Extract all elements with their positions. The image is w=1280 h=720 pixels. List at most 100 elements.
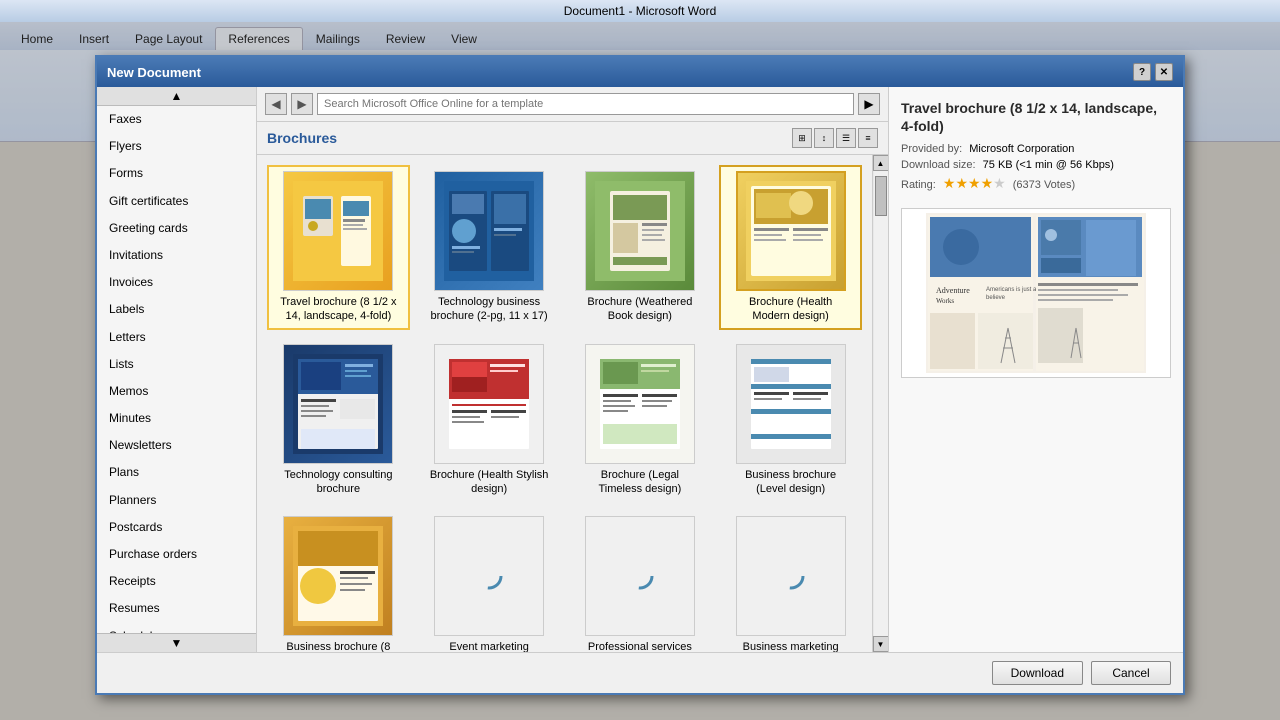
template-weathered[interactable]: Brochure (Weathered Book design) xyxy=(569,165,712,330)
template-health-stylish[interactable]: Brochure (Health Stylish design) xyxy=(418,338,561,503)
modal-title-controls: ? ✕ xyxy=(1133,63,1173,81)
template-thumb-tech-consulting xyxy=(283,344,393,464)
loading-spinner-professional xyxy=(625,561,655,591)
search-back-button[interactable]: ◀ xyxy=(265,93,287,115)
sidebar: ▲ Faxes Flyers Forms Gift certificates G… xyxy=(97,87,257,652)
sidebar-item-lists[interactable]: Lists xyxy=(97,351,256,378)
download-button[interactable]: Download xyxy=(992,661,1083,685)
template-thumb-weathered xyxy=(585,171,695,291)
sidebar-item-invoices[interactable]: Invoices xyxy=(97,269,256,296)
content-title: Brochures xyxy=(267,130,337,146)
search-bar: ◀ ▶ ▶ xyxy=(257,87,888,122)
votes-value: (6373 Votes) xyxy=(1013,179,1075,191)
modal-content: ▲ Faxes Flyers Forms Gift certificates G… xyxy=(97,87,1183,652)
svg-text:Americans is just a: Americans is just a xyxy=(986,287,1037,293)
sidebar-item-postcards[interactable]: Postcards xyxy=(97,514,256,541)
search-go-button[interactable]: ▶ xyxy=(858,93,880,115)
template-label-business-812: Business brochure (8 1/2... xyxy=(278,640,398,652)
sidebar-scroll-up[interactable]: ▲ xyxy=(97,87,256,106)
sidebar-item-memos[interactable]: Memos xyxy=(97,378,256,405)
template-label-event-marketing: Event marketing xyxy=(449,640,528,652)
view-btn-4[interactable]: ≡ xyxy=(858,128,878,148)
preview-rating: Rating: ★★★★★ (6373 Votes) xyxy=(901,175,1171,192)
template-event-marketing[interactable]: Event marketing xyxy=(418,510,561,652)
template-label-health-stylish: Brochure (Health Stylish design) xyxy=(429,468,549,497)
template-thumb-professional-services xyxy=(585,516,695,636)
svg-text:Works: Works xyxy=(936,297,954,305)
loading-spinner-business-marketing xyxy=(776,561,806,591)
modal-title-bar: New Document ? ✕ xyxy=(97,57,1183,87)
grid-scroll-track[interactable] xyxy=(874,171,888,636)
template-business-812[interactable]: Business brochure (8 1/2... xyxy=(267,510,410,652)
bottom-bar: Download Cancel xyxy=(97,652,1183,693)
template-legal[interactable]: Brochure (Legal Timeless design) xyxy=(569,338,712,503)
search-input[interactable] xyxy=(317,93,854,115)
template-business-level[interactable]: Business brochure (Level design) xyxy=(719,338,862,503)
template-thumb-event-marketing xyxy=(434,516,544,636)
search-forward-button[interactable]: ▶ xyxy=(291,93,313,115)
modal-close-button[interactable]: ✕ xyxy=(1155,63,1173,81)
template-label-weathered: Brochure (Weathered Book design) xyxy=(580,295,700,324)
sidebar-item-invitations[interactable]: Invitations xyxy=(97,242,256,269)
new-document-modal: New Document ? ✕ ▲ Faxes Flyers Forms Gi… xyxy=(95,55,1185,695)
grid-scroll-thumb[interactable] xyxy=(875,176,887,216)
template-thumb-travel xyxy=(283,171,393,291)
sidebar-scroll-down[interactable]: ▼ xyxy=(97,633,256,652)
preview-image: Adventure Works Americans is just a beli… xyxy=(901,208,1171,378)
sidebar-item-letters[interactable]: Letters xyxy=(97,324,256,351)
sidebar-item-purchase-orders[interactable]: Purchase orders xyxy=(97,541,256,568)
right-panel: Travel brochure (8 1/2 x 14, landscape, … xyxy=(888,87,1183,652)
sidebar-item-forms[interactable]: Forms xyxy=(97,160,256,187)
template-thumb-health-stylish xyxy=(434,344,544,464)
modal-title: New Document xyxy=(107,65,201,80)
template-travel[interactable]: Travel brochure (8 1/2 x 14, landscape, … xyxy=(267,165,410,330)
template-grid-container: Travel brochure (8 1/2 x 14, landscape, … xyxy=(257,155,888,652)
sidebar-item-gift-certificates[interactable]: Gift certificates xyxy=(97,188,256,215)
template-thumb-business-level xyxy=(736,344,846,464)
sidebar-item-resumes[interactable]: Resumes xyxy=(97,595,256,622)
template-label-tech-consulting: Technology consulting brochure xyxy=(278,468,398,497)
title-bar: Document1 - Microsoft Word xyxy=(0,0,1280,22)
sidebar-item-planners[interactable]: Planners xyxy=(97,487,256,514)
download-size-value: 75 KB (<1 min @ 56 Kbps) xyxy=(983,159,1114,171)
sidebar-item-receipts[interactable]: Receipts xyxy=(97,568,256,595)
sidebar-item-faxes[interactable]: Faxes xyxy=(97,106,256,133)
provided-by-value: Microsoft Corporation xyxy=(969,143,1074,155)
main-area: ◀ ▶ ▶ Brochures ⊞ ↕ ☰ ≡ xyxy=(257,87,888,652)
modal-help-button[interactable]: ? xyxy=(1133,63,1151,81)
template-health-modern[interactable]: Brochure (Health Modern design) xyxy=(719,165,862,330)
template-label-professional-services: Professional services xyxy=(588,640,692,652)
svg-text:believe: believe xyxy=(986,295,1006,301)
preview-title: Travel brochure (8 1/2 x 14, landscape, … xyxy=(901,99,1171,135)
template-label-health-modern: Brochure (Health Modern design) xyxy=(731,295,851,324)
preview-download-size: Download size: 75 KB (<1 min @ 56 Kbps) xyxy=(901,159,1171,171)
grid-scroll-up[interactable]: ▲ xyxy=(873,155,889,171)
view-btn-3[interactable]: ☰ xyxy=(836,128,856,148)
sidebar-item-flyers[interactable]: Flyers xyxy=(97,133,256,160)
template-thumb-business-marketing xyxy=(736,516,846,636)
cancel-button[interactable]: Cancel xyxy=(1091,661,1171,685)
sidebar-item-newsletters[interactable]: Newsletters xyxy=(97,432,256,459)
template-label-legal: Brochure (Legal Timeless design) xyxy=(580,468,700,497)
grid-scroll-down[interactable]: ▼ xyxy=(873,636,889,652)
template-label-business-level: Business brochure (Level design) xyxy=(731,468,851,497)
view-btn-1[interactable]: ⊞ xyxy=(792,128,812,148)
template-thumb-business-812 xyxy=(283,516,393,636)
download-size-label: Download size: xyxy=(901,159,976,171)
rating-stars: ★★★★★ xyxy=(943,175,1006,192)
view-btn-2[interactable]: ↕ xyxy=(814,128,834,148)
template-business-marketing[interactable]: Business marketing xyxy=(719,510,862,652)
template-tech-business[interactable]: Technology business brochure (2-pg, 11 x… xyxy=(418,165,561,330)
template-tech-consulting[interactable]: Technology consulting brochure xyxy=(267,338,410,503)
loading-spinner-event xyxy=(474,561,504,591)
template-thumb-legal xyxy=(585,344,695,464)
template-thumb-health-modern xyxy=(736,171,846,291)
sidebar-item-minutes[interactable]: Minutes xyxy=(97,405,256,432)
template-thumb-tech xyxy=(434,171,544,291)
sidebar-item-labels[interactable]: Labels xyxy=(97,296,256,323)
view-controls: ⊞ ↕ ☰ ≡ xyxy=(792,128,878,148)
template-professional-services[interactable]: Professional services xyxy=(569,510,712,652)
sidebar-item-plans[interactable]: Plans xyxy=(97,459,256,486)
sidebar-item-greeting-cards[interactable]: Greeting cards xyxy=(97,215,256,242)
template-grid: Travel brochure (8 1/2 x 14, landscape, … xyxy=(257,155,872,652)
